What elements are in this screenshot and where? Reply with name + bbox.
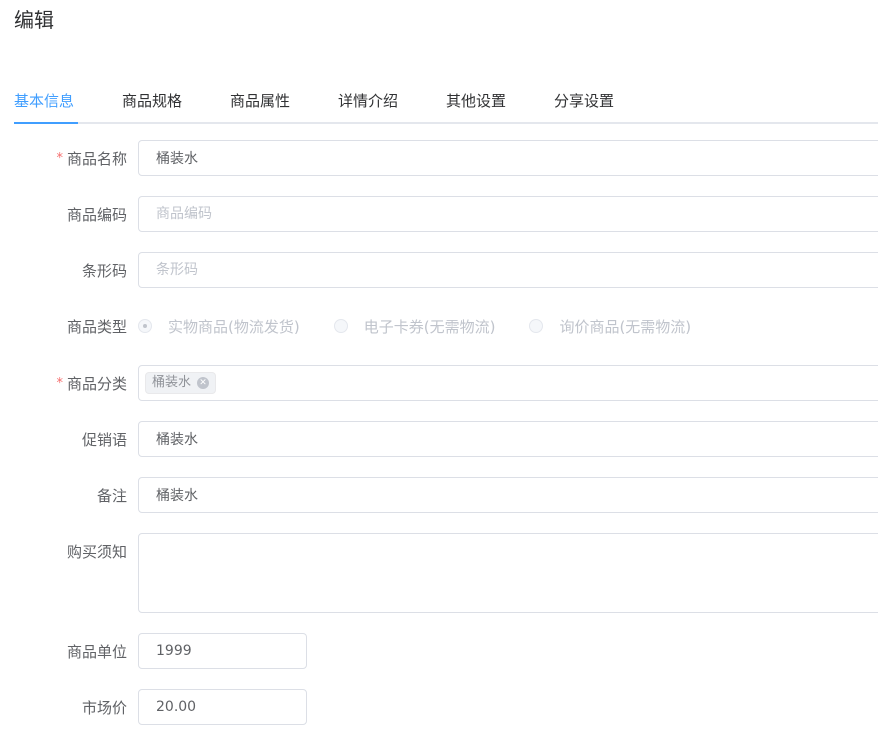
radio-e-voucher-label: 电子卡券(无需物流) bbox=[363, 317, 496, 336]
required-mark: * bbox=[56, 376, 63, 391]
radio-physical-label: 实物商品(物流发货) bbox=[168, 317, 300, 336]
tab-share-settings[interactable]: 分享设置 bbox=[554, 80, 614, 122]
radio-inquiry[interactable]: 询价商品(无需物流) bbox=[529, 316, 691, 337]
form-row-market-price: 市场价 bbox=[0, 689, 878, 725]
radio-checked-icon bbox=[138, 319, 152, 333]
form-row-type: 商品类型 实物商品(物流发货) 电子卡券(无需物流) 询价商品(无需物流) bbox=[0, 308, 878, 344]
page-title: 编辑 bbox=[14, 8, 54, 32]
promo-input[interactable] bbox=[138, 421, 878, 457]
form-label-name: * 商品名称 bbox=[56, 148, 127, 169]
market-price-input[interactable] bbox=[138, 689, 307, 725]
tab-attributes[interactable]: 商品属性 bbox=[230, 80, 290, 122]
active-tab-indicator bbox=[14, 122, 78, 124]
form-label-barcode: 条形码 bbox=[81, 262, 127, 280]
remark-input[interactable] bbox=[138, 477, 878, 513]
name-input[interactable] bbox=[138, 140, 878, 176]
form-row-remark: 备注 bbox=[0, 477, 878, 513]
required-mark: * bbox=[56, 151, 63, 166]
form-row-barcode: 条形码 bbox=[0, 252, 878, 288]
close-icon[interactable]: ✕ bbox=[197, 377, 210, 389]
form-label-promo: 促销语 bbox=[81, 431, 127, 449]
form-row-code: 商品编码 bbox=[0, 196, 878, 232]
form-label-category-text: 商品分类 bbox=[66, 375, 127, 393]
radio-inquiry-label: 询价商品(无需物流) bbox=[559, 317, 692, 336]
type-radio-group: 实物商品(物流发货) 电子卡券(无需物流) 询价商品(无需物流) bbox=[138, 308, 725, 344]
tab-specs[interactable]: 商品规格 bbox=[122, 80, 182, 122]
form-label-market-price: 市场价 bbox=[81, 699, 127, 717]
barcode-input[interactable] bbox=[138, 252, 878, 288]
form-label-code: 商品编码 bbox=[66, 206, 127, 224]
form-row-unit: 商品单位 bbox=[0, 633, 878, 669]
unit-input[interactable] bbox=[138, 633, 307, 669]
form-label-category: * 商品分类 bbox=[56, 373, 127, 394]
form-label-name-text: 商品名称 bbox=[66, 150, 127, 168]
radio-unchecked-icon bbox=[529, 319, 544, 333]
tab-basic-info[interactable]: 基本信息 bbox=[14, 80, 78, 124]
category-tag: 桶装水 ✕ bbox=[145, 372, 217, 394]
radio-physical[interactable]: 实物商品(物流发货) bbox=[138, 316, 300, 337]
form-row-promo: 促销语 bbox=[0, 421, 878, 457]
tab-other-settings[interactable]: 其他设置 bbox=[446, 80, 506, 122]
form-row-name: * 商品名称 bbox=[0, 140, 878, 176]
notice-textarea[interactable] bbox=[138, 533, 878, 613]
form-row-category: * 商品分类 桶装水 ✕ bbox=[0, 365, 878, 401]
code-input[interactable] bbox=[138, 196, 878, 232]
radio-unchecked-icon bbox=[333, 319, 348, 333]
form-row-notice: 购买须知 bbox=[0, 533, 878, 613]
form-label-remark: 备注 bbox=[96, 487, 127, 505]
form-label-type: 商品类型 bbox=[66, 318, 127, 336]
category-select[interactable]: 桶装水 ✕ bbox=[138, 365, 878, 401]
category-tag-label: 桶装水 bbox=[152, 375, 192, 390]
tab-details[interactable]: 详情介绍 bbox=[338, 80, 398, 122]
tab-basic-info-label: 基本信息 bbox=[14, 92, 75, 110]
radio-e-voucher[interactable]: 电子卡券(无需物流) bbox=[333, 316, 496, 337]
form-label-unit: 商品单位 bbox=[66, 643, 127, 661]
tab-bar: 基本信息 商品规格 商品属性 详情介绍 其他设置 分享设置 bbox=[14, 80, 878, 124]
form-label-notice: 购买须知 bbox=[66, 543, 127, 561]
edit-page: 编辑 基本信息 商品规格 商品属性 详情介绍 其他设置 分享设置 *商品名称 商… bbox=[0, 0, 878, 730]
